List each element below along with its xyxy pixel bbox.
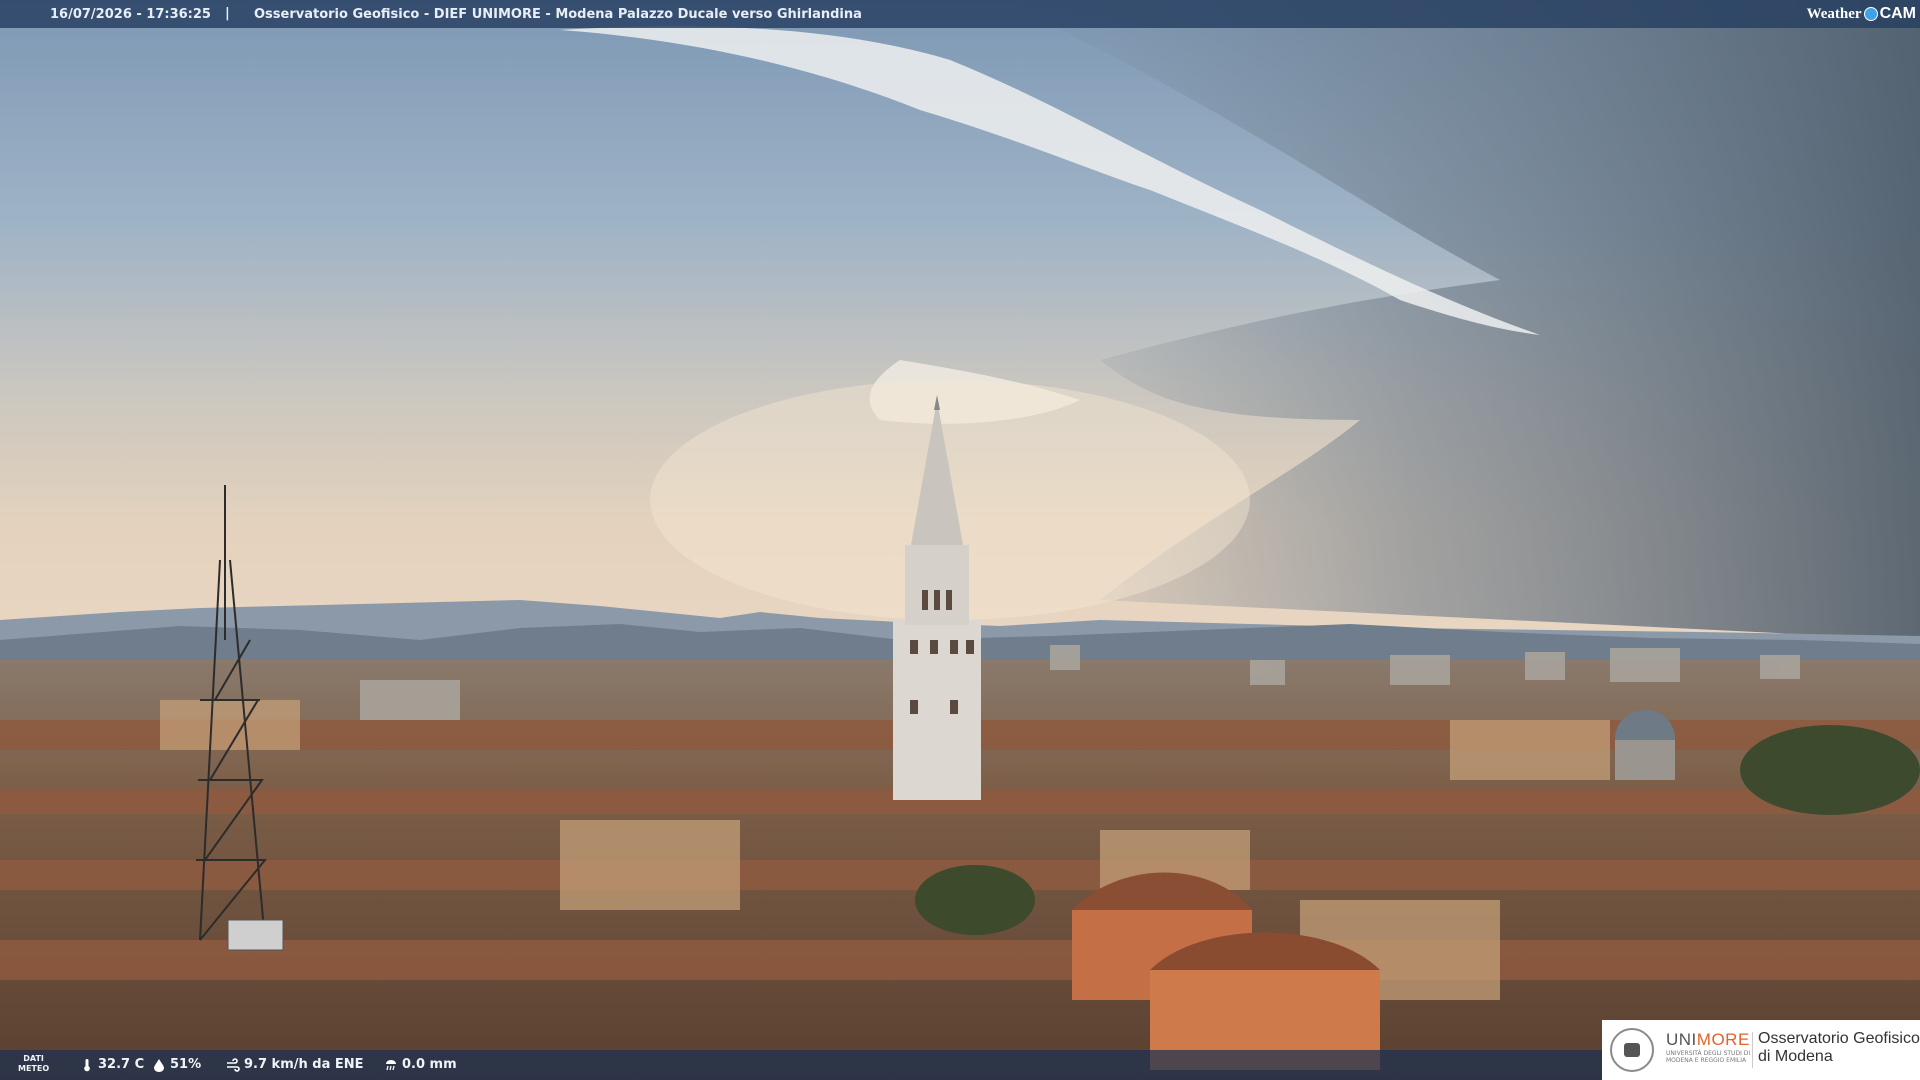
wind-icon — [227, 1057, 240, 1072]
rain-value: 0.0 mm — [402, 1057, 457, 1072]
rain-readout: 0.0 mm — [384, 1057, 457, 1072]
weathercam-dot-icon — [1863, 7, 1878, 21]
meteo-label-top: DATI — [23, 1054, 44, 1063]
timestamp: 16/07/2026 - 17:36:25 — [50, 7, 211, 22]
university-seal-icon — [1610, 1028, 1654, 1072]
weathercam-logo-cam: CAM — [1879, 5, 1916, 22]
top-info-bar: 16/07/2026 - 17:36:25 | Osservatorio Geo… — [0, 0, 1920, 28]
humidity-drop-icon — [154, 1058, 164, 1072]
observatory-line-2: di Modena — [1758, 1048, 1833, 1065]
unimore-logo: UNIMORE UNIVERSITÀ DEGLI STUDI DI MODENA… — [1602, 1020, 1920, 1080]
camera-title: Osservatorio Geofisico - DIEF UNIMORE - … — [254, 7, 862, 22]
observatory-name: Osservatorio Geofisico di Modena — [1758, 1030, 1920, 1066]
separator: | — [225, 6, 230, 21]
temperature-readout: 32.7 C — [80, 1057, 144, 1072]
rain-gauge-icon — [386, 1059, 396, 1070]
humidity-readout: 51% — [152, 1057, 201, 1072]
humidity-value: 51% — [170, 1057, 202, 1072]
wind-value: 9.7 km/h da ENE — [244, 1057, 364, 1072]
unimore-subtitle-1: UNIVERSITÀ DEGLI STUDI DI — [1666, 1050, 1751, 1057]
unimore-wordmark: UNIMORE — [1666, 1030, 1750, 1050]
unimore-subtitle-2: MODENA E REGGIO EMILIA — [1666, 1057, 1747, 1064]
logo-divider — [1752, 1032, 1753, 1068]
weathercam-logo-weather: Weather — [1806, 5, 1862, 22]
weathercam-logo: Weather CAM — [1807, 4, 1916, 24]
meteo-label-bottom: METEO — [18, 1064, 50, 1073]
wind-readout: 9.7 km/h da ENE — [226, 1057, 364, 1072]
thermometer-icon — [84, 1058, 90, 1071]
unimore-subtitle: UNIVERSITÀ DEGLI STUDI DI MODENA E REGGI… — [1666, 1050, 1750, 1064]
temperature-value: 32.7 C — [98, 1057, 145, 1072]
unimore-prefix: UNI — [1666, 1030, 1697, 1049]
webcam-photo — [0, 0, 1920, 1080]
observatory-line-1: Osservatorio Geofisico — [1758, 1030, 1920, 1047]
unimore-suffix: MORE — [1696, 1030, 1750, 1049]
meteo-label: DATI METEO — [18, 1054, 49, 1074]
